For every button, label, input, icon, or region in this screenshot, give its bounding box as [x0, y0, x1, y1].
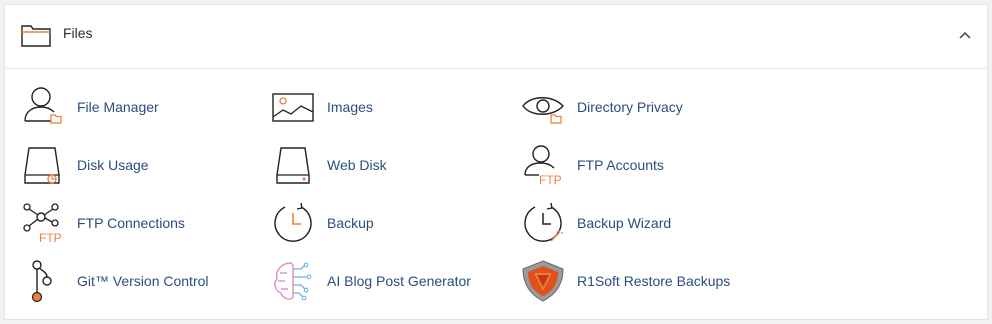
svg-text:FTP: FTP: [39, 231, 62, 245]
item-label[interactable]: Directory Privacy: [577, 99, 683, 115]
item-label[interactable]: FTP Accounts: [577, 157, 664, 173]
item-label[interactable]: Web Disk: [327, 157, 387, 173]
folder-icon: [20, 22, 52, 48]
web-disk-link[interactable]: Web Disk: [271, 143, 511, 187]
item-label[interactable]: AI Blog Post Generator: [327, 273, 471, 289]
item-label[interactable]: Disk Usage: [77, 157, 149, 173]
backup-icon: [271, 201, 315, 245]
git-version-control-link[interactable]: Git™ Version Control: [21, 259, 261, 303]
backup-wizard-icon: [521, 201, 565, 245]
files-panel: Files File Manager Images Directory Priv…: [4, 4, 988, 320]
web-disk-icon: [271, 143, 315, 187]
ai-blog-icon: [271, 259, 315, 303]
git-icon: [21, 259, 65, 303]
item-label[interactable]: File Manager: [77, 99, 159, 115]
disk-usage-icon: [21, 143, 65, 187]
item-label[interactable]: FTP Connections: [77, 215, 185, 231]
panel-header[interactable]: Files: [5, 5, 987, 69]
images-icon: [271, 85, 315, 129]
ftp-connections-icon: FTP: [21, 201, 65, 245]
r1soft-restore-backups-link[interactable]: R1Soft Restore Backups: [521, 259, 761, 303]
disk-usage-link[interactable]: Disk Usage: [21, 143, 261, 187]
images-link[interactable]: Images: [271, 85, 511, 129]
chevron-up-icon[interactable]: [957, 27, 973, 43]
item-label[interactable]: R1Soft Restore Backups: [577, 273, 730, 289]
backup-link[interactable]: Backup: [271, 201, 511, 245]
ftp-connections-link[interactable]: FTP FTP Connections: [21, 201, 261, 245]
file-manager-link[interactable]: File Manager: [21, 85, 261, 129]
ftp-accounts-icon: FTP: [521, 143, 565, 187]
backup-wizard-link[interactable]: Backup Wizard: [521, 201, 761, 245]
r1soft-icon: [521, 259, 565, 303]
directory-privacy-link[interactable]: Directory Privacy: [521, 85, 761, 129]
item-label[interactable]: Images: [327, 99, 373, 115]
file-manager-icon: [21, 85, 65, 129]
directory-privacy-icon: [521, 85, 565, 129]
item-label[interactable]: Backup Wizard: [577, 215, 671, 231]
ftp-accounts-link[interactable]: FTP FTP Accounts: [521, 143, 761, 187]
item-label[interactable]: Backup: [327, 215, 374, 231]
section-title: Files: [63, 25, 93, 41]
svg-text:FTP: FTP: [539, 173, 562, 187]
item-label[interactable]: Git™ Version Control: [77, 273, 209, 289]
ai-blog-post-generator-link[interactable]: AI Blog Post Generator: [271, 259, 511, 303]
